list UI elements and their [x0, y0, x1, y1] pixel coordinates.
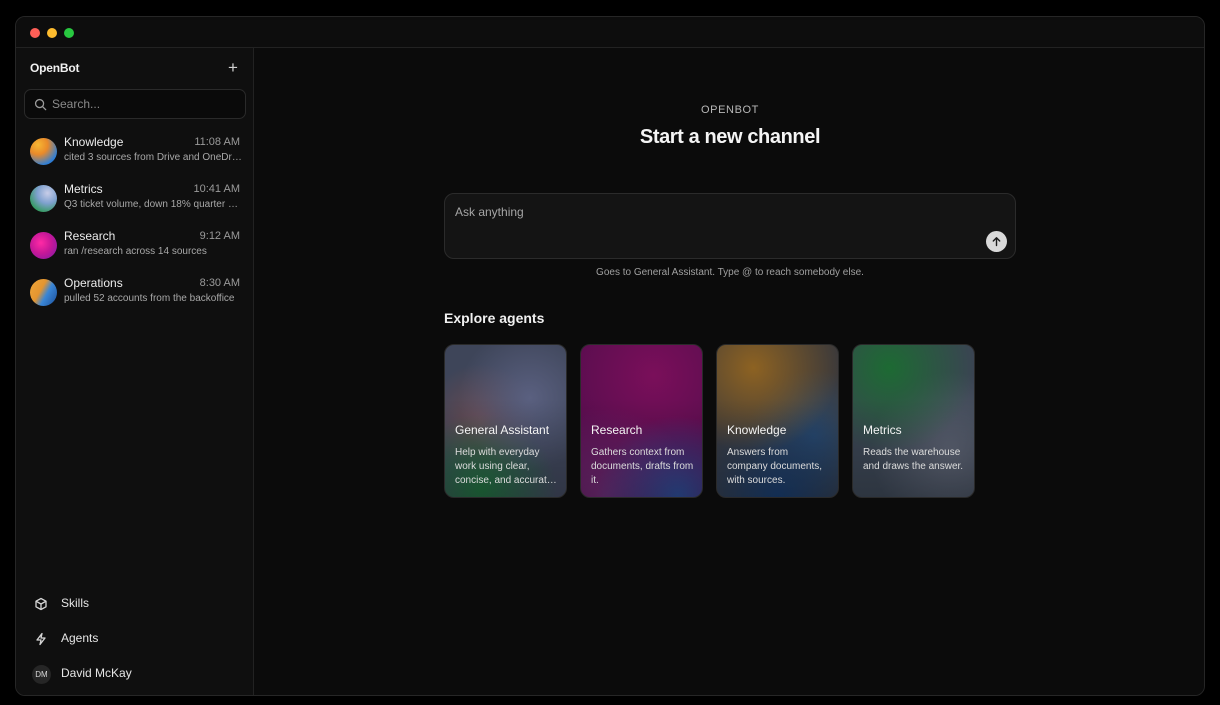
cube-icon: [35, 597, 47, 611]
sidebar-item-agents[interactable]: Agents: [16, 623, 254, 658]
channel-item-research[interactable]: Research 9:12 AM ran /research across 14…: [16, 226, 254, 273]
channel-time: 9:12 AM: [199, 230, 240, 242]
user-name: David McKay: [61, 666, 132, 680]
agent-description: Answers from company documents, with sou…: [727, 447, 823, 486]
channel-time: 11:08 AM: [194, 136, 240, 148]
channel-name: Research: [64, 229, 116, 243]
close-window-button[interactable]: [30, 28, 40, 38]
agent-description: Gathers context from documents, drafts f…: [591, 447, 694, 486]
arrow-up-icon: [992, 237, 1001, 247]
main-panel: OPENBOT Start a new channel Goes to Gene…: [254, 48, 1204, 695]
agent-name: Metrics: [863, 423, 902, 437]
channel-time: 10:41 AM: [193, 183, 240, 195]
bolt-icon: [36, 632, 46, 646]
channel-name: Knowledge: [64, 135, 124, 149]
message-input[interactable]: [455, 205, 975, 245]
agent-card-general-assistant[interactable]: General Assistant Help with everyday wor…: [444, 344, 567, 498]
agent-card-knowledge[interactable]: Knowledge Answers from company documents…: [716, 344, 839, 498]
channel-preview: pulled 52 accounts from the backoffice: [64, 293, 235, 304]
channel-avatar: [30, 279, 57, 306]
send-button[interactable]: [986, 231, 1007, 252]
agent-name: Knowledge: [727, 423, 787, 437]
search-icon: [34, 98, 47, 111]
agent-description: Help with everyday work using clear, con…: [455, 447, 553, 486]
avatar: DM: [32, 665, 51, 684]
agent-card-research[interactable]: Research Gathers context from documents,…: [580, 344, 703, 498]
page-title: Start a new channel: [639, 126, 821, 148]
channel-list: Knowledge 11:08 AM cited 3 sources from …: [16, 132, 254, 320]
channel-time: 8:30 AM: [199, 277, 240, 289]
channel-name: Operations: [64, 276, 123, 290]
app-name: OpenBot: [30, 61, 80, 75]
channel-avatar: [30, 185, 57, 212]
channel-name: Metrics: [64, 182, 103, 196]
sidebar-footer: Skills Agents DM David McKay: [16, 588, 254, 693]
channel-preview: cited 3 sources from Drive and OneDrive: [64, 152, 242, 163]
page-eyebrow: OPENBOT: [701, 104, 759, 116]
search-input[interactable]: [52, 90, 242, 118]
channel-avatar: [30, 232, 57, 259]
agent-name: Research: [591, 423, 643, 437]
agent-name: General Assistant: [455, 423, 550, 437]
channel-item-knowledge[interactable]: Knowledge 11:08 AM cited 3 sources from …: [16, 132, 254, 179]
section-title: Explore agents: [444, 310, 545, 326]
search-box[interactable]: [24, 89, 246, 119]
app-window: OpenBot + Knowledge 11:08 AM cited 3 sou…: [15, 16, 1205, 696]
composer-hint: Goes to General Assistant. Type @ to rea…: [596, 267, 864, 278]
minimize-window-button[interactable]: [47, 28, 57, 38]
channel-item-operations[interactable]: Operations 8:30 AM pulled 52 accounts fr…: [16, 273, 254, 320]
agent-card-metrics[interactable]: Metrics Reads the warehouse and draws th…: [852, 344, 975, 498]
channel-item-metrics[interactable]: Metrics 10:41 AM Q3 ticket volume, down …: [16, 179, 254, 226]
sidebar-item-skills[interactable]: Skills: [16, 588, 254, 623]
new-channel-button[interactable]: +: [224, 59, 242, 78]
sidebar-item-label: Skills: [61, 596, 90, 610]
sidebar-item-label: Agents: [61, 631, 99, 645]
maximize-window-button[interactable]: [64, 28, 74, 38]
channel-avatar: [30, 138, 57, 165]
user-profile[interactable]: DM David McKay: [16, 658, 254, 693]
sidebar: OpenBot + Knowledge 11:08 AM cited 3 sou…: [16, 48, 254, 695]
title-bar: [16, 17, 1204, 48]
agent-description: Reads the warehouse and draws the answer…: [863, 447, 964, 472]
channel-preview: ran /research across 14 sources: [64, 246, 207, 257]
message-composer[interactable]: [444, 193, 1016, 259]
channel-preview: Q3 ticket volume, down 18% quarter over …: [64, 199, 242, 210]
card-overlay: [853, 345, 974, 497]
